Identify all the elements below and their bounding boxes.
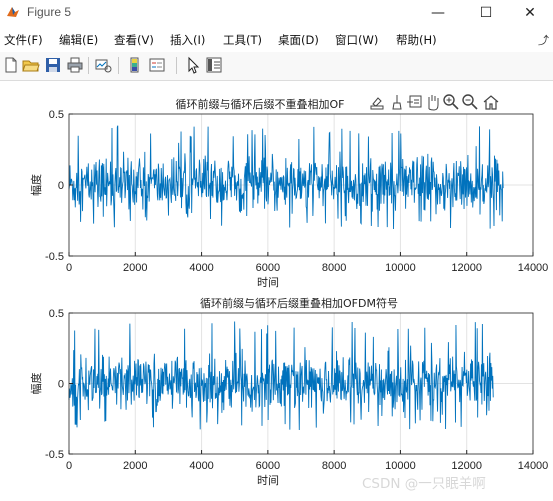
datatip-icon[interactable] bbox=[406, 93, 424, 111]
pan-hand-icon[interactable] bbox=[424, 93, 442, 111]
menu-file[interactable]: 文件(F) bbox=[4, 32, 43, 48]
x-axis-label: 时间 bbox=[257, 474, 279, 487]
y-tick-label: 0 bbox=[58, 379, 64, 391]
window-titlebar: Figure 5 — ☐ ✕ bbox=[0, 0, 553, 26]
y-tick-label: -0.5 bbox=[45, 449, 64, 461]
figure-canvas: 0 2000 4000 6000 8000 10000 12000 14000 -0.5 0 0.5… bbox=[0, 81, 553, 501]
x-tick-label: 12000 bbox=[451, 262, 482, 274]
x-tick-label: 14000 bbox=[518, 262, 549, 274]
toolbar-separator bbox=[176, 57, 177, 74]
x-tick-label: 2000 bbox=[123, 262, 147, 274]
watermark: CSDN @一只眠羊啊 bbox=[362, 476, 486, 492]
x-tick-label: 10000 bbox=[385, 460, 416, 472]
menu-desktop[interactable]: 桌面(D) bbox=[278, 32, 319, 48]
plots-svg: 0 2000 4000 6000 8000 10000 12000 14000-0.500.5… bbox=[29, 97, 548, 487]
x-tick-label: 6000 bbox=[256, 262, 280, 274]
menu-view[interactable]: 查看(V) bbox=[114, 32, 154, 48]
x-tick-label: 8000 bbox=[322, 262, 346, 274]
maximize-icon[interactable]: ☐ bbox=[463, 0, 509, 26]
brush-icon[interactable] bbox=[388, 93, 406, 111]
x-tick-label: 4000 bbox=[189, 262, 213, 274]
x-tick-label: 14000 bbox=[518, 460, 549, 472]
x-tick-label: 0 bbox=[66, 460, 72, 472]
edit-plot-arrow-icon[interactable] bbox=[184, 56, 202, 74]
x-tick-label: 8000 bbox=[322, 460, 346, 472]
menu-overflow-arrow-icon[interactable]: ⤴ bbox=[538, 32, 549, 48]
figure-toolbar bbox=[0, 52, 553, 81]
x-tick-label: 12000 bbox=[451, 460, 482, 472]
axes-title: 循环前缀与循环后缀重叠相加OFDM符号 bbox=[200, 296, 398, 310]
menu-edit[interactable]: 编辑(E) bbox=[59, 32, 98, 48]
close-icon[interactable]: ✕ bbox=[507, 0, 553, 26]
window-title: Figure 5 bbox=[27, 5, 72, 19]
menu-bar: 文件(F) 编辑(E) 查看(V) 插入(I) 工具(T) 桌面(D) 窗口(W… bbox=[0, 26, 553, 52]
new-figure-icon[interactable] bbox=[2, 56, 20, 74]
menu-window[interactable]: 窗口(W) bbox=[335, 32, 378, 48]
print-icon[interactable] bbox=[66, 56, 84, 74]
toolbar-separator bbox=[118, 57, 119, 74]
y-tick-label: -0.5 bbox=[45, 251, 64, 263]
minimize-icon[interactable]: — bbox=[415, 0, 461, 26]
y-tick-label: 0 bbox=[58, 180, 64, 192]
axes-title: 循环前缀与循环后缀不重叠相加OF bbox=[176, 97, 345, 111]
menu-insert[interactable]: 插入(I) bbox=[170, 32, 205, 48]
open-file-icon[interactable] bbox=[22, 56, 40, 74]
y-tick-label: 0.5 bbox=[49, 109, 64, 121]
matlab-app-icon bbox=[7, 7, 19, 17]
x-tick-label: 10000 bbox=[385, 262, 416, 274]
zoom-in-icon[interactable] bbox=[442, 93, 460, 111]
x-tick-label: 4000 bbox=[189, 460, 213, 472]
x-tick-label: 0 bbox=[66, 262, 72, 274]
property-inspector-icon[interactable] bbox=[205, 56, 223, 74]
x-axis-label: 时间 bbox=[257, 276, 279, 289]
export-icon[interactable] bbox=[368, 93, 386, 111]
menu-help[interactable]: 帮助(H) bbox=[396, 32, 437, 48]
y-axis-label: 幅度 bbox=[29, 373, 43, 395]
x-tick-label: 6000 bbox=[256, 460, 280, 472]
y-axis-label: 幅度 bbox=[29, 174, 43, 196]
toolbar-separator bbox=[88, 57, 89, 74]
home-icon[interactable] bbox=[482, 93, 500, 111]
axes-1: 0 2000 4000 6000 8000 10000 12000 14000-0.500.5… bbox=[29, 97, 548, 289]
x-tick-label: 2000 bbox=[123, 460, 147, 472]
insert-legend-icon[interactable] bbox=[148, 56, 166, 74]
zoom-out-icon[interactable] bbox=[461, 93, 479, 111]
save-icon[interactable] bbox=[44, 56, 62, 74]
y-tick-label: 0.5 bbox=[49, 308, 64, 320]
link-plot-icon[interactable] bbox=[94, 56, 112, 74]
menu-tools[interactable]: 工具(T) bbox=[223, 32, 262, 48]
axes-2: 0 2000 4000 6000 8000 10000 12000 14000-0.500.5… bbox=[29, 296, 548, 487]
insert-colorbar-icon[interactable] bbox=[126, 56, 144, 74]
